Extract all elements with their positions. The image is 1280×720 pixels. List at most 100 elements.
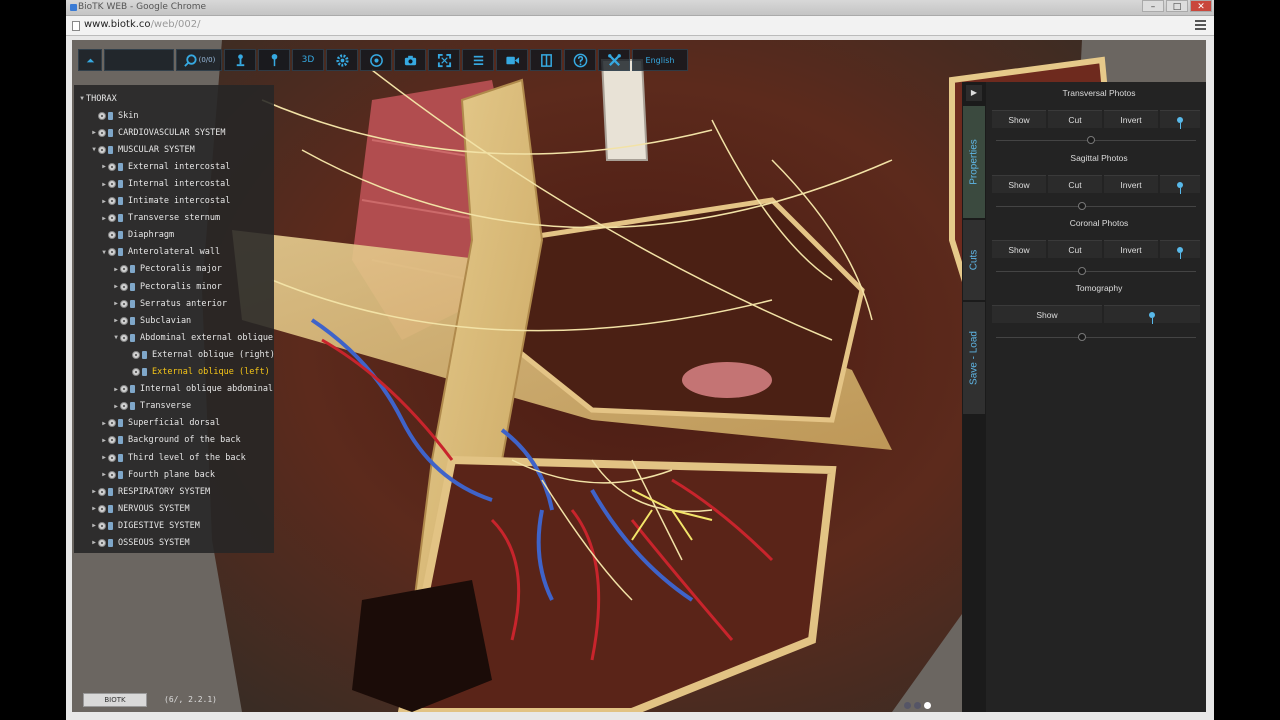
view-3d-button[interactable]: 3D [292,49,324,71]
visibility-toggle-icon[interactable] [108,231,116,240]
expand-right-icon[interactable]: ▶ [100,198,108,205]
coronal-show-button[interactable]: Show [992,240,1046,258]
coronal-cut-button[interactable]: Cut [1048,240,1102,258]
lock-icon[interactable] [108,111,113,120]
expand-right-icon[interactable]: ▶ [112,386,120,393]
visibility-toggle-icon[interactable] [108,436,116,445]
lock-icon[interactable] [130,265,135,274]
transversal-show-button[interactable]: Show [992,110,1046,128]
transversal-pin-button[interactable] [1160,110,1200,129]
visibility-toggle-icon[interactable] [120,316,128,325]
tree-item[interactable]: ▶ Transverse sternum [78,210,275,227]
lock-icon[interactable] [130,385,135,394]
visibility-toggle-icon[interactable] [120,385,128,394]
lock-icon[interactable] [130,282,135,291]
lock-icon[interactable] [108,128,113,137]
chrome-menu-icon[interactable] [1195,20,1206,31]
expand-right-icon[interactable]: ▶ [112,403,120,410]
tree-item[interactable]: ▶ Subclavian [78,312,275,329]
tree-item[interactable]: ▶ Fourth plane back [78,466,275,483]
tree-item[interactable]: ▼ Anterolateral wall [78,244,275,261]
lock-icon[interactable] [142,350,147,359]
expand-down-icon[interactable]: ▼ [112,334,120,341]
lock-icon[interactable] [130,402,135,411]
page-dot[interactable] [904,702,911,709]
tree-item[interactable]: ▶ CARDIOVASCULAR SYSTEM [78,124,275,141]
visibility-toggle-icon[interactable] [108,197,116,206]
url-text[interactable]: www.biotk.co/web/002/ [84,19,200,30]
visibility-toggle-icon[interactable] [98,128,106,137]
visibility-toggle-icon[interactable] [98,521,106,530]
expand-down-icon[interactable]: ▼ [100,249,108,256]
tree-item[interactable]: ▶ NERVOUS SYSTEM [78,500,275,517]
visibility-toggle-icon[interactable] [120,265,128,274]
camera-button[interactable] [394,49,426,71]
tomography-show-button[interactable]: Show [992,305,1102,323]
expand-right-icon[interactable]: ▶ [100,420,108,427]
language-select[interactable]: English [632,49,688,71]
visibility-toggle-icon[interactable] [108,180,116,189]
lock-icon[interactable] [118,162,123,171]
coronal-slider-track[interactable] [996,271,1196,272]
tree-item[interactable]: External oblique (left) [78,364,275,381]
target-button[interactable] [360,49,392,71]
tree-item[interactable]: ▶ DIGESTIVE SYSTEM [78,517,275,534]
sagittal-invert-button[interactable]: Invert [1104,175,1158,193]
lock-icon[interactable] [108,521,113,530]
lock-icon[interactable] [108,538,113,547]
coronal-slider-handle[interactable] [1078,267,1086,275]
expand-right-icon[interactable]: ▶ [112,283,120,290]
tree-item[interactable]: ▶ Third level of the back [78,449,275,466]
address-bar[interactable]: www.biotk.co/web/002/ [66,16,1214,36]
side-panel-toggle-button[interactable]: ▶ [966,85,982,101]
transversal-invert-button[interactable]: Invert [1104,110,1158,128]
visibility-toggle-icon[interactable] [120,299,128,308]
tree-item[interactable]: ▶ Background of the back [78,432,275,449]
sagittal-pin-button[interactable] [1160,175,1200,194]
search-field[interactable] [104,49,174,71]
lock-icon[interactable] [118,180,123,189]
visibility-toggle-icon[interactable] [132,350,140,359]
visibility-toggle-icon[interactable] [98,145,106,154]
visibility-toggle-icon[interactable] [108,214,116,223]
tree-item[interactable]: ▶ External intercostal [78,158,275,175]
collapse-panel-button[interactable] [78,49,102,71]
visibility-toggle-icon[interactable] [120,402,128,411]
sagittal-show-button[interactable]: Show [992,175,1046,193]
expand-right-icon[interactable]: ▶ [90,539,98,546]
tree-item[interactable]: ▶ Transverse [78,398,275,415]
transversal-slider-track[interactable] [996,140,1196,141]
tree-item[interactable]: ▶ Superficial dorsal [78,415,275,432]
lock-icon[interactable] [118,470,123,479]
expand-down-icon[interactable]: ▼ [78,95,86,102]
expand-right-icon[interactable]: ▶ [90,522,98,529]
person-button[interactable] [224,49,256,71]
tree-item[interactable]: ▼ Abdominal external oblique [78,329,275,346]
expand-right-icon[interactable]: ▶ [100,437,108,444]
coronal-pin-button[interactable] [1160,240,1200,259]
tree-item[interactable]: ▶ Serratus anterior [78,295,275,312]
visibility-toggle-icon[interactable] [120,333,128,342]
visibility-toggle-icon[interactable] [108,419,116,428]
expand-right-icon[interactable]: ▶ [90,488,98,495]
lock-icon[interactable] [118,436,123,445]
lock-icon[interactable] [118,419,123,428]
expand-right-icon[interactable]: ▶ [112,317,120,324]
tomography-slider-handle[interactable] [1078,333,1086,341]
lock-icon[interactable] [130,316,135,325]
page-dot-active[interactable] [924,702,931,709]
lock-icon[interactable] [108,145,113,154]
video-button[interactable] [496,49,528,71]
expand-right-icon[interactable]: ▶ [112,266,120,273]
search-button[interactable]: (0/0) [176,49,222,71]
lock-icon[interactable] [118,453,123,462]
visibility-toggle-icon[interactable] [98,487,106,496]
lock-icon[interactable] [142,368,147,377]
tree-item[interactable]: ▶ Internal intercostal [78,175,275,192]
tomography-slider-track[interactable] [996,337,1196,338]
expand-right-icon[interactable]: ▶ [100,454,108,461]
expand-right-icon[interactable]: ▶ [90,505,98,512]
transversal-slider-handle[interactable] [1087,136,1095,144]
tree-item[interactable]: Diaphragm [78,227,275,244]
tree-item[interactable]: ▶ Pectoralis minor [78,278,275,295]
